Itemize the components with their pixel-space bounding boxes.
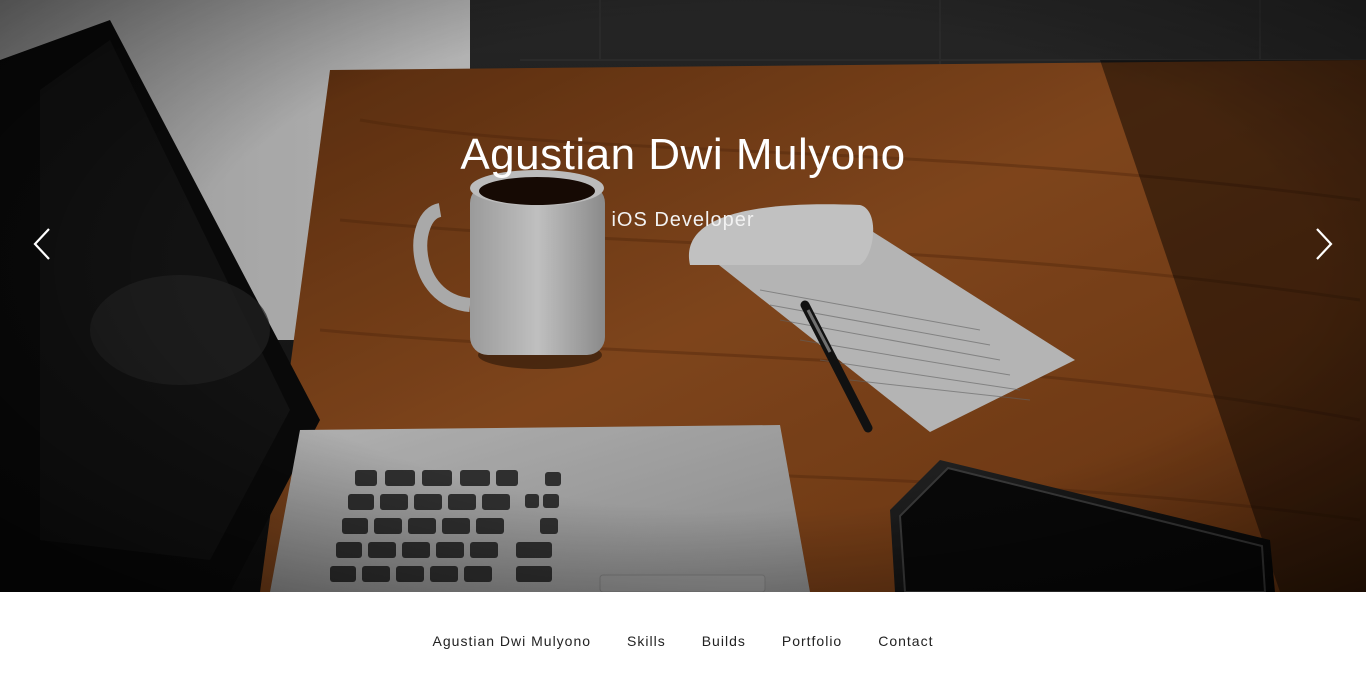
nav-list: Agustian Dwi Mulyono Skills Builds Portf…: [433, 633, 934, 651]
nav-link-builds[interactable]: Builds: [702, 633, 746, 649]
chevron-right-icon: [1316, 228, 1333, 260]
carousel-next-button[interactable]: [1302, 222, 1346, 266]
nav-link-home[interactable]: Agustian Dwi Mulyono: [433, 633, 592, 649]
main-navigation: Agustian Dwi Mulyono Skills Builds Portf…: [0, 592, 1366, 684]
hero-subtitle: iOS Developer: [611, 209, 755, 231]
nav-item-portfolio: Portfolio: [782, 633, 842, 651]
nav-item-builds: Builds: [702, 633, 746, 651]
nav-item-skills: Skills: [627, 633, 666, 651]
nav-link-contact[interactable]: Contact: [878, 633, 933, 649]
nav-link-skills[interactable]: Skills: [627, 633, 666, 649]
nav-link-portfolio[interactable]: Portfolio: [782, 633, 842, 649]
hero-title: Agustian Dwi Mulyono: [460, 130, 906, 179]
hero-overlay: [0, 0, 1366, 592]
chevron-left-icon: [33, 228, 50, 260]
carousel-prev-button[interactable]: [20, 222, 64, 266]
hero-carousel: Agustian Dwi Mulyono iOS Developer: [0, 0, 1366, 592]
nav-item-contact: Contact: [878, 633, 933, 651]
nav-item-home: Agustian Dwi Mulyono: [433, 633, 592, 651]
